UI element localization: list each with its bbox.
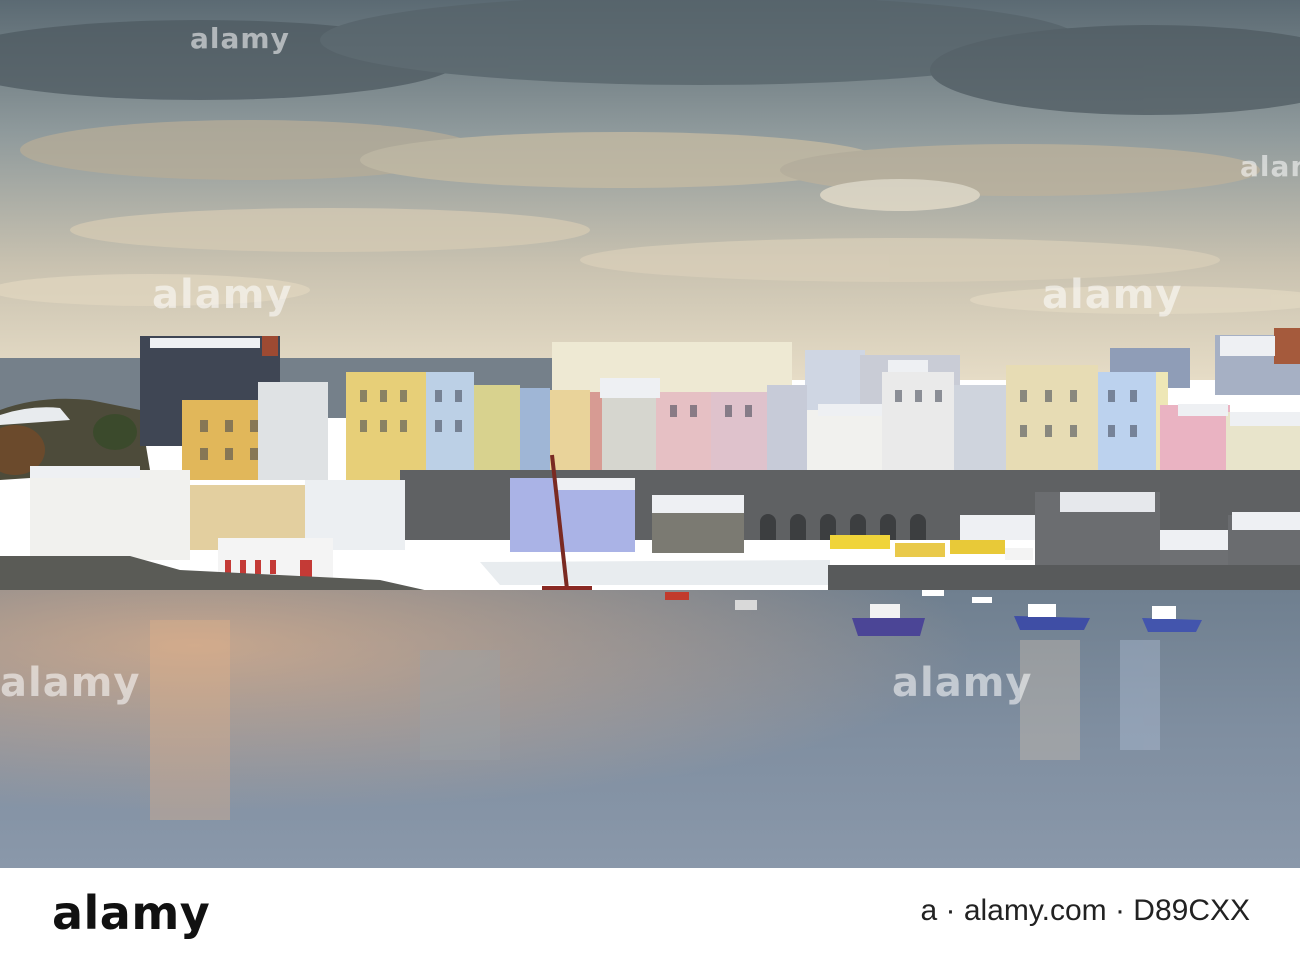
- stock-image-id: a · alamy.com · D89CXX: [920, 894, 1250, 927]
- beach: [480, 560, 830, 585]
- harbour-photo: alamy alamy alamy alamy alamy alamy: [0, 0, 1300, 868]
- stock-footer-bar: alamy a · alamy.com · D89CXX: [0, 868, 1300, 956]
- white-house-left: [30, 470, 190, 560]
- alamy-logo: alamy: [52, 886, 211, 940]
